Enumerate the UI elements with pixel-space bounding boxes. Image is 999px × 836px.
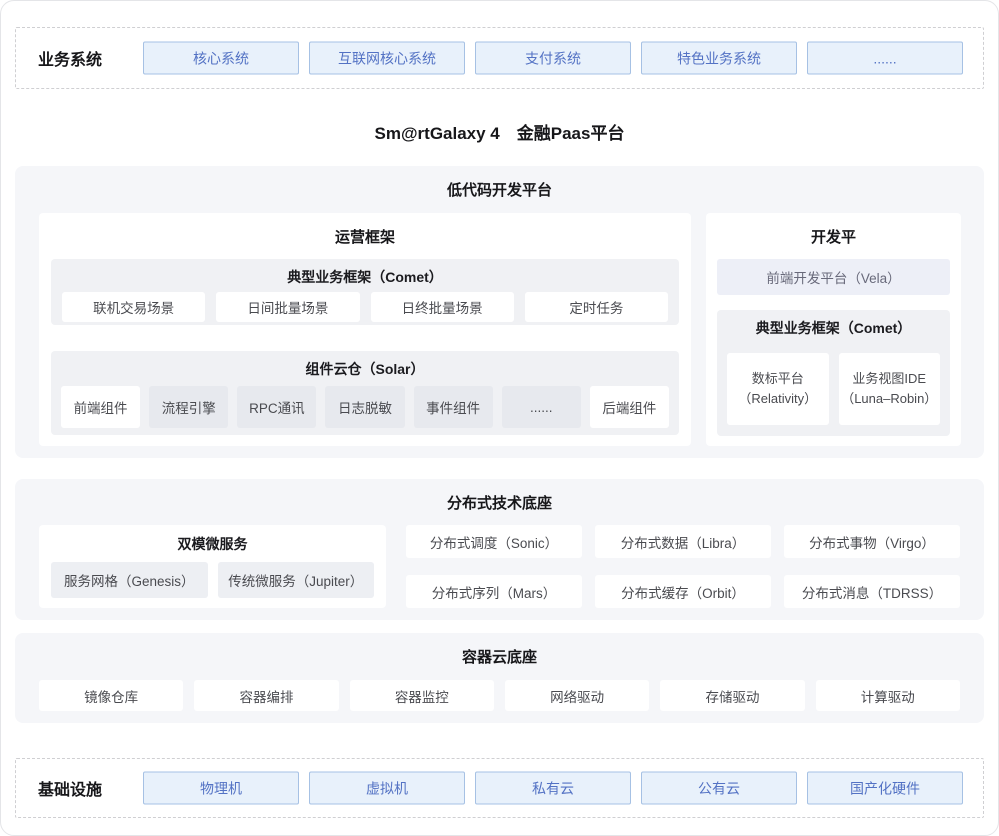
- dual-mode-title: 双模微服务: [39, 525, 386, 554]
- luna-robin-line1: 业务视图IDE: [852, 369, 926, 389]
- container-base-title: 容器云底座: [15, 633, 984, 667]
- business-system-internet-core: 互联网核心系统: [309, 42, 465, 75]
- architecture-diagram: 业务系统 核心系统 互联网核心系统 支付系统 特色业务系统 ...... Sm@…: [0, 0, 999, 836]
- luna-robin-ide-card: 业务视图IDE （Luna–Robin）: [839, 353, 941, 425]
- dev-comet-subbox: 典型业务框架（Comet） 数标平台 （Relativity） 业务视图IDE …: [717, 310, 950, 436]
- distributed-cache-orbit: 分布式缓存（Orbit）: [595, 575, 771, 608]
- dual-mode-chips-row: 服务网格（Genesis） 传统微服务（Jupiter）: [51, 562, 374, 598]
- distributed-message-tdrss: 分布式消息（TDRSS）: [784, 575, 960, 608]
- relativity-line2: （Relativity）: [738, 389, 817, 409]
- dev-comet-title: 典型业务框架（Comet）: [717, 310, 950, 338]
- dev-platform-title: 开发平: [706, 213, 961, 247]
- solar-component-title: 组件云仓（Solar）: [51, 351, 679, 379]
- comet-framework-title: 典型业务框架（Comet）: [51, 259, 679, 287]
- business-systems-row: 业务系统 核心系统 互联网核心系统 支付系统 特色业务系统 ......: [15, 27, 984, 89]
- distributed-base-title: 分布式技术底座: [15, 479, 984, 513]
- scenario-daytime-batch: 日间批量场景: [216, 292, 359, 322]
- comet-framework-subbox: 典型业务框架（Comet） 联机交易场景 日间批量场景 日终批量场景 定时任务: [51, 259, 679, 325]
- platform-title: Sm@rtGalaxy 4 金融Paas平台: [1, 119, 998, 144]
- network-driver-card: 网络驱动: [505, 680, 649, 711]
- operation-framework-title: 运营框架: [39, 213, 691, 247]
- relativity-line1: 数标平台: [752, 369, 804, 389]
- component-more: ......: [502, 386, 581, 428]
- infrastructure-label: 基础设施: [38, 776, 102, 800]
- infra-physical-machine: 物理机: [143, 772, 299, 805]
- luna-robin-line2: （Luna–Robin）: [841, 389, 937, 409]
- comet-cards-row: 联机交易场景 日间批量场景 日终批量场景 定时任务: [62, 292, 668, 322]
- business-system-payment: 支付系统: [475, 42, 631, 75]
- component-process-engine: 流程引擎: [149, 386, 228, 428]
- component-backend: 后端组件: [590, 386, 669, 428]
- business-system-more: ......: [807, 42, 963, 75]
- scenario-eod-batch: 日终批量场景: [371, 292, 514, 322]
- infrastructure-row: 基础设施 物理机 虚拟机 私有云 公有云 国产化硬件: [15, 758, 984, 818]
- distributed-cards-grid: 分布式调度（Sonic） 分布式数据（Libra） 分布式事物（Virgo） 分…: [406, 525, 960, 608]
- solar-cards-row: 前端组件 流程引擎 RPC通讯 日志脱敏 事件组件 ...... 后端组件: [61, 386, 669, 428]
- frontend-dev-platform-vela: 前端开发平台（Vela）: [717, 259, 950, 295]
- image-registry-card: 镜像仓库: [39, 680, 183, 711]
- distributed-base-box: 分布式技术底座 双模微服务 服务网格（Genesis） 传统微服务（Jupite…: [15, 479, 984, 620]
- distributed-data-libra: 分布式数据（Libra）: [595, 525, 771, 558]
- infrastructure-buttons: 物理机 虚拟机 私有云 公有云 国产化硬件: [143, 772, 963, 805]
- lowcode-platform-title: 低代码开发平台: [15, 166, 984, 200]
- operation-framework-panel: 运营框架 典型业务框架（Comet） 联机交易场景 日间批量场景 日终批量场景 …: [39, 213, 691, 446]
- infra-domestic-hardware: 国产化硬件: [807, 772, 963, 805]
- component-rpc: RPC通讯: [237, 386, 316, 428]
- compute-driver-card: 计算驱动: [816, 680, 960, 711]
- traditional-microservice-jupiter: 传统微服务（Jupiter）: [218, 562, 375, 598]
- component-event: 事件组件: [414, 386, 493, 428]
- business-system-special: 特色业务系统: [641, 42, 797, 75]
- distributed-transaction-virgo: 分布式事物（Virgo）: [784, 525, 960, 558]
- dev-comet-cards-row: 数标平台 （Relativity） 业务视图IDE （Luna–Robin）: [727, 353, 940, 425]
- container-cards-row: 镜像仓库 容器编排 容器监控 网络驱动 存储驱动 计算驱动: [39, 680, 960, 711]
- container-monitoring-card: 容器监控: [350, 680, 494, 711]
- container-base-box: 容器云底座 镜像仓库 容器编排 容器监控 网络驱动 存储驱动 计算驱动: [15, 633, 984, 723]
- infra-virtual-machine: 虚拟机: [309, 772, 465, 805]
- infra-private-cloud: 私有云: [475, 772, 631, 805]
- scenario-scheduled-task: 定时任务: [525, 292, 668, 322]
- lowcode-platform-box: 低代码开发平台 运营框架 典型业务框架（Comet） 联机交易场景 日间批量场景…: [15, 166, 984, 458]
- service-mesh-genesis: 服务网格（Genesis）: [51, 562, 208, 598]
- scenario-online-transaction: 联机交易场景: [62, 292, 205, 322]
- relativity-platform-card: 数标平台 （Relativity）: [727, 353, 829, 425]
- business-systems-label: 业务系统: [38, 46, 102, 70]
- business-systems-buttons: 核心系统 互联网核心系统 支付系统 特色业务系统 ......: [143, 42, 963, 75]
- business-system-core: 核心系统: [143, 42, 299, 75]
- component-frontend: 前端组件: [61, 386, 140, 428]
- dev-platform-panel: 开发平 前端开发平台（Vela） 典型业务框架（Comet） 数标平台 （Rel…: [706, 213, 961, 446]
- dual-mode-microservice-panel: 双模微服务 服务网格（Genesis） 传统微服务（Jupiter）: [39, 525, 386, 608]
- component-log-masking: 日志脱敏: [325, 386, 404, 428]
- solar-component-subbox: 组件云仓（Solar） 前端组件 流程引擎 RPC通讯 日志脱敏 事件组件 ..…: [51, 351, 679, 435]
- container-orchestration-card: 容器编排: [194, 680, 338, 711]
- distributed-scheduling-sonic: 分布式调度（Sonic）: [406, 525, 582, 558]
- storage-driver-card: 存储驱动: [660, 680, 804, 711]
- distributed-sequence-mars: 分布式序列（Mars）: [406, 575, 582, 608]
- infra-public-cloud: 公有云: [641, 772, 797, 805]
